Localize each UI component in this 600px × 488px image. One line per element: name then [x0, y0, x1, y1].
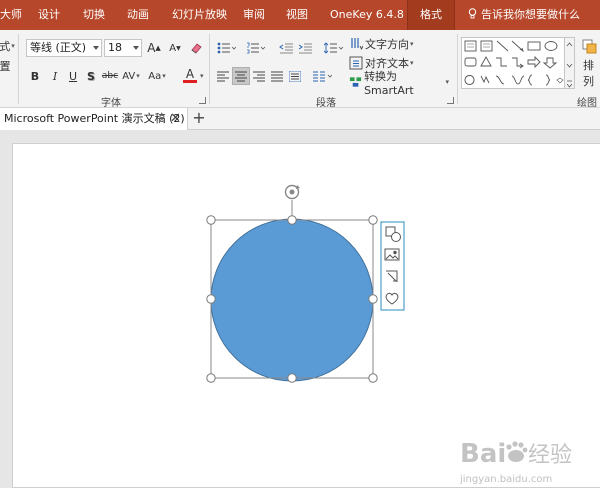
resize-handle-bottom — [287, 373, 297, 383]
resize-handle-top — [287, 215, 297, 225]
svg-text:jingyan.baidu.com: jingyan.baidu.com — [460, 474, 552, 485]
resize-handle-bottom-right — [368, 373, 378, 383]
resize-handle-left — [206, 294, 216, 304]
rotate-handle-icon[interactable] — [284, 184, 301, 200]
svg-text:经验: 经验 — [528, 443, 572, 468]
selection-overlay — [206, 184, 405, 383]
resize-handle-right — [368, 294, 378, 304]
paw-icon — [506, 441, 528, 462]
circle-shape[interactable] — [210, 218, 374, 382]
resize-handle-bottom-left — [206, 373, 216, 383]
svg-text:Bai: Bai — [460, 439, 506, 469]
resize-handle-top-left — [206, 215, 216, 225]
baidu-jingyan-watermark: Bai 经验 jingyan.baidu.com — [460, 439, 572, 485]
resize-handle-top-right — [368, 215, 378, 225]
